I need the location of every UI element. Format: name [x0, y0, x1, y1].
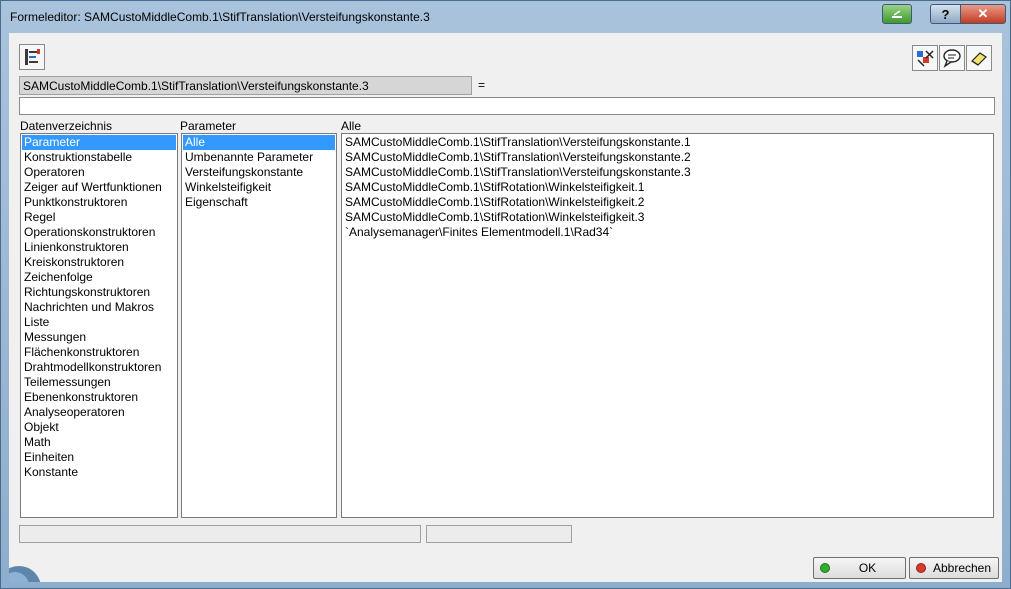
cancel-button-label: Abbrechen: [932, 561, 992, 575]
member-item[interactable]: SAMCustoMiddleComb.1\StifTranslation\Ver…: [343, 135, 992, 150]
help-icon[interactable]: ?: [930, 4, 960, 24]
member-item[interactable]: SAMCustoMiddleComb.1\StifTranslation\Ver…: [343, 150, 992, 165]
dictionary-item[interactable]: Liste: [22, 315, 176, 330]
dictionary-item[interactable]: Messungen: [22, 330, 176, 345]
dictionary-item[interactable]: Flächenkonstruktoren: [22, 345, 176, 360]
dictionary-list[interactable]: Parameter Konstruktionstabelle Operatoren Z…: [20, 133, 178, 518]
parameter-list[interactable]: Alle Umbenannte Parameter Versteifungskons…: [181, 133, 337, 518]
window-title: Formeleditor: SAMCustoMiddleComb.1\StifT…: [10, 10, 430, 24]
eraser-icon[interactable]: [966, 45, 992, 71]
status-field-message: [19, 525, 421, 543]
comment-bubble-icon[interactable]: [939, 45, 965, 71]
dictionary-item[interactable]: Zeichenfolge: [22, 270, 176, 285]
dictionary-item[interactable]: Ebenenkonstruktoren: [22, 390, 176, 405]
cancel-button[interactable]: Abbrechen: [909, 557, 999, 579]
dictionary-item[interactable]: Zeiger auf Wertfunktionen: [22, 180, 176, 195]
formula-input[interactable]: [19, 97, 995, 115]
dictionary-header: Datenverzeichnis: [20, 119, 113, 133]
dictionary-item[interactable]: Punktkonstruktoren: [22, 195, 176, 210]
parameter-select-icon[interactable]: [912, 45, 938, 71]
dictionary-item[interactable]: Parameter: [22, 135, 176, 150]
member-item[interactable]: `Analysemanager\Finites Elementmodell.1\…: [343, 225, 992, 240]
cancel-status-icon: [916, 563, 926, 573]
dictionary-item[interactable]: Operatoren: [22, 165, 176, 180]
dictionary-item[interactable]: Linienkonstruktoren: [22, 240, 176, 255]
parameter-item[interactable]: Versteifungskonstante: [183, 165, 335, 180]
dictionary-item[interactable]: Drahtmodellkonstruktoren: [22, 360, 176, 375]
dictionary-item[interactable]: Kreiskonstruktoren: [22, 255, 176, 270]
dialog-client: SAMCustoMiddleComb.1\StifTranslation\Ver…: [9, 33, 1002, 582]
parameter-header: Parameter: [180, 119, 237, 133]
formula-editor-window: Formeleditor: SAMCustoMiddleComb.1\StifT…: [0, 0, 1011, 589]
parameter-item[interactable]: Winkelsteifigkeit: [183, 180, 335, 195]
dictionary-item[interactable]: Teilemessungen: [22, 375, 176, 390]
parameter-item[interactable]: Alle: [183, 135, 335, 150]
dictionary-item[interactable]: Einheiten: [22, 450, 176, 465]
ok-button-label: OK: [858, 561, 877, 575]
member-item[interactable]: SAMCustoMiddleComb.1\StifRotation\Winkel…: [343, 210, 992, 225]
minimize-icon[interactable]: [882, 4, 912, 24]
dictionary-item[interactable]: Richtungskonstruktoren: [22, 285, 176, 300]
members-list[interactable]: SAMCustoMiddleComb.1\StifTranslation\Ver…: [341, 133, 994, 518]
status-field-secondary: [426, 525, 572, 543]
dictionary-item[interactable]: Regel: [22, 210, 176, 225]
ok-button[interactable]: OK: [813, 557, 906, 579]
ok-status-icon: [820, 563, 830, 573]
dictionary-item[interactable]: Konstruktionstabelle: [22, 150, 176, 165]
formula-tree-icon[interactable]: [19, 44, 45, 70]
parameter-item[interactable]: Eigenschaft: [183, 195, 335, 210]
title-bar[interactable]: Formeleditor: SAMCustoMiddleComb.1\StifT…: [1, 1, 1010, 33]
members-header: Alle: [341, 119, 362, 133]
dictionary-item[interactable]: Analyseoperatoren: [22, 405, 176, 420]
dictionary-item[interactable]: Objekt: [22, 420, 176, 435]
dictionary-item[interactable]: Math: [22, 435, 176, 450]
close-icon[interactable]: ✕: [960, 4, 1006, 24]
member-item[interactable]: SAMCustoMiddleComb.1\StifRotation\Winkel…: [343, 180, 992, 195]
member-item[interactable]: SAMCustoMiddleComb.1\StifTranslation\Ver…: [343, 165, 992, 180]
parameter-item[interactable]: Umbenannte Parameter: [183, 150, 335, 165]
caption-buttons: ? ✕: [882, 4, 1006, 26]
parameter-path-field: SAMCustoMiddleComb.1\StifTranslation\Ver…: [19, 76, 472, 95]
app-logo-icon: [9, 558, 49, 582]
equals-sign: =: [478, 78, 486, 92]
member-item[interactable]: SAMCustoMiddleComb.1\StifRotation\Winkel…: [343, 195, 992, 210]
dictionary-item[interactable]: Konstante: [22, 465, 176, 480]
dictionary-item[interactable]: Nachrichten und Makros: [22, 300, 176, 315]
dictionary-item[interactable]: Operationskonstruktoren: [22, 225, 176, 240]
